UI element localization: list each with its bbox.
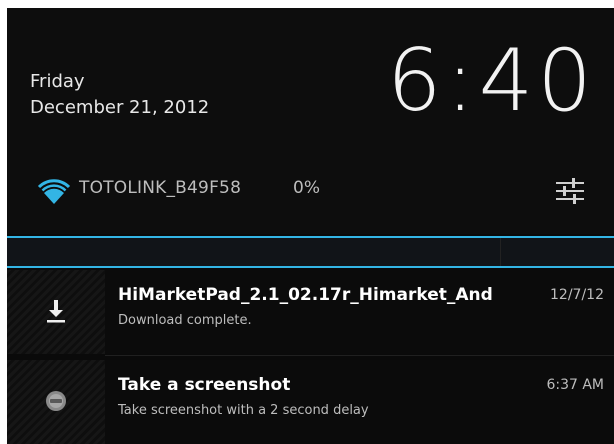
date-label: December 21, 2012 — [30, 97, 210, 118]
screenshot-icon — [46, 391, 66, 411]
wifi-icon — [37, 179, 71, 204]
download-icon — [47, 300, 65, 323]
notification-item-screenshot[interactable]: Take a screenshot Take screenshot with a… — [7, 360, 614, 444]
notification-divider — [105, 355, 614, 356]
notification-icon-area — [7, 360, 105, 444]
shade-handle-band[interactable] — [7, 236, 614, 268]
notification-text: Take screenshot with a 2 second delay — [118, 403, 369, 418]
clock-time[interactable]: 6:40 — [387, 36, 596, 126]
wifi-row[interactable]: TOTOLINK_B49F58 0% — [7, 158, 614, 234]
status-header: Friday December 21, 2012 6:40 — [7, 8, 614, 158]
notification-text: Download complete. — [118, 313, 252, 328]
notification-title: HiMarketPad_2.1_02.17r_Himarket_And — [118, 285, 493, 305]
band-divider — [500, 238, 501, 266]
notification-item-download[interactable]: HiMarketPad_2.1_02.17r_Himarket_And Down… — [7, 270, 614, 354]
battery-percent: 0% — [293, 178, 320, 198]
notification-title: Take a screenshot — [118, 375, 291, 395]
notification-time: 6:37 AM — [546, 377, 604, 393]
notification-icon-area — [7, 270, 105, 354]
settings-sliders-icon[interactable] — [553, 174, 587, 208]
notification-time: 12/7/12 — [550, 287, 604, 303]
notification-shade: Friday December 21, 2012 6:40 TOTOLINK_B… — [7, 8, 614, 444]
day-label: Friday — [30, 71, 85, 92]
wifi-ssid: TOTOLINK_B49F58 — [79, 178, 242, 198]
